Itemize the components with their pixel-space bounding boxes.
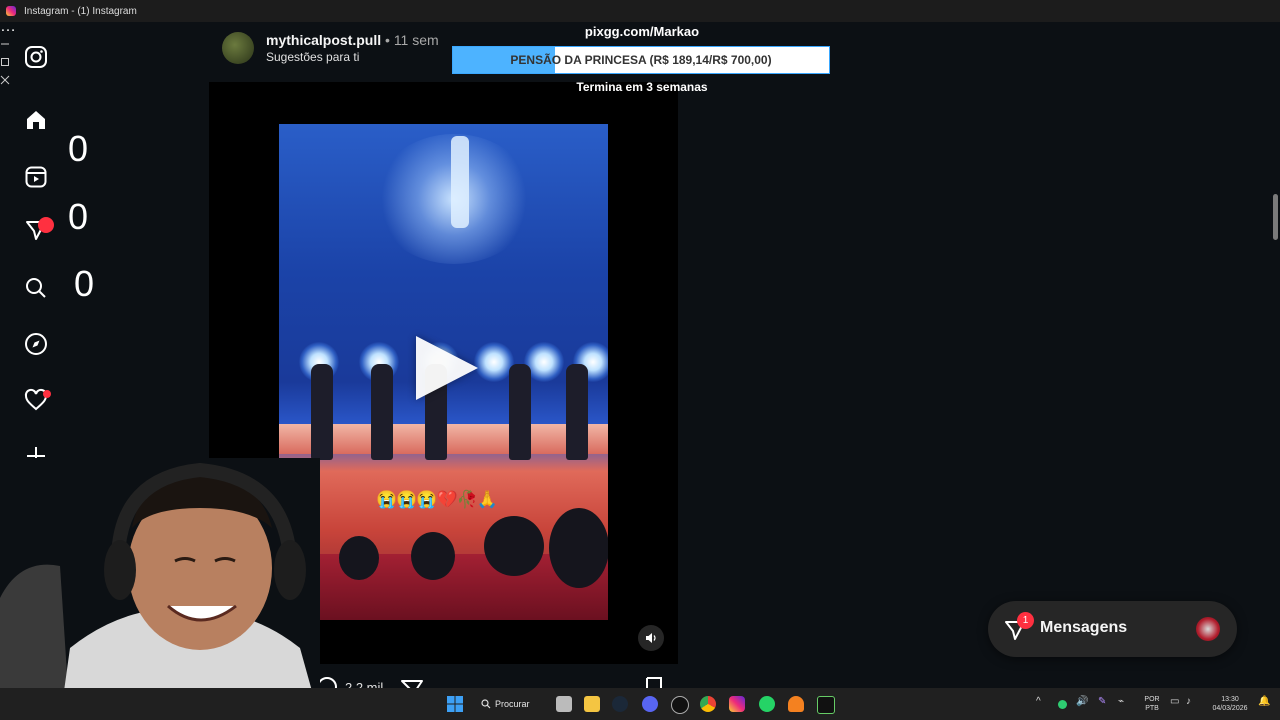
instagram-taskbar-icon[interactable] [729, 696, 745, 712]
stage-person [311, 364, 333, 460]
taskbar-search-label: Procurar [495, 699, 530, 709]
donation-goal-bar: PENSÃO DA PRINCESA (R$ 189,14/R$ 700,00) [452, 46, 830, 74]
post-separator: • [385, 32, 390, 48]
post-time[interactable]: 11 sem [394, 32, 439, 48]
whatsapp-icon[interactable] [759, 696, 775, 712]
discord-icon[interactable] [642, 696, 658, 712]
instagram-app-icon [6, 6, 16, 16]
stage-person [566, 364, 588, 460]
video-caption-emojis: 😭😭😭💔🥀🙏 [376, 490, 498, 509]
tray-display-icon[interactable]: ▭ [1170, 696, 1186, 712]
window-title: Instagram - (1) Instagram [24, 5, 137, 17]
volume-icon[interactable] [638, 625, 664, 651]
audience-head [411, 532, 455, 580]
post-author-username[interactable]: mythicalpost.pull [266, 32, 381, 48]
page-scrollbar[interactable] [1272, 22, 1280, 688]
counter-3: 0 [74, 263, 95, 304]
notifications-dot [43, 390, 51, 398]
tray-language-line1: POR [1144, 696, 1160, 703]
obs-icon[interactable] [671, 696, 689, 714]
windows-start-icon[interactable] [447, 696, 463, 712]
tray-volume-icon[interactable]: 🔊 [1076, 696, 1092, 712]
file-explorer-icon[interactable] [584, 696, 600, 712]
explore-icon[interactable] [23, 331, 49, 357]
counter-1: 0 [68, 128, 89, 169]
chrome-icon[interactable] [700, 696, 716, 712]
stage-flower-core [451, 136, 469, 228]
stage-person [509, 364, 531, 460]
steam-icon[interactable] [612, 696, 628, 712]
messages-contact-avatar[interactable] [1196, 617, 1220, 641]
donation-site-label: pixgg.com/Markao [584, 24, 700, 39]
tray-language-line2: PTB [1145, 705, 1159, 712]
audience-head [339, 536, 379, 580]
tray-network-icon[interactable]: ⌁ [1118, 696, 1134, 712]
task-view-icon[interactable] [556, 696, 572, 712]
post-author-avatar[interactable] [222, 32, 254, 64]
search-icon[interactable] [23, 275, 49, 301]
tray-date: 04/03/2026 [1212, 705, 1248, 712]
play-button-icon[interactable] [416, 336, 478, 400]
streamer-webcam [0, 458, 320, 720]
messages-badge: 1 [1017, 612, 1034, 629]
tray-pen-icon[interactable]: ✎ [1098, 696, 1114, 712]
window-titlebar: Instagram - (1) Instagram [0, 0, 1280, 22]
messages-notification-dot [38, 217, 54, 233]
scrollbar-thumb[interactable] [1273, 194, 1278, 240]
tray-chevron-icon[interactable]: ^ [1036, 696, 1052, 712]
messages-label: Mensagens [1040, 619, 1128, 636]
post-author-line: mythicalpost.pull • 11 sem [266, 32, 439, 48]
counter-2: 0 [68, 196, 89, 237]
instagram-logo-icon[interactable] [23, 44, 49, 70]
tray-clock[interactable]: 13:30 04/03/2026 [1204, 695, 1256, 713]
stage-emblem [474, 342, 514, 382]
notification-bell-icon[interactable]: 🔔 [1258, 696, 1274, 712]
audience-head [549, 508, 608, 588]
donation-goal-text: PENSÃO DA PRINCESA (R$ 189,14/R$ 700,00) [510, 53, 772, 67]
post-subtitle: Sugestões para ti [266, 50, 360, 64]
stage-person [371, 364, 393, 460]
reels-icon[interactable] [23, 164, 49, 190]
tray-time: 13:30 [1221, 696, 1239, 703]
tray-language[interactable]: POR PTB [1140, 695, 1164, 713]
cloudflare-icon[interactable] [788, 696, 804, 712]
home-icon[interactable] [23, 107, 49, 133]
tray-speaker-icon[interactable]: ♪ [1186, 696, 1202, 712]
tray-status-icon[interactable] [1058, 700, 1067, 709]
taskbar-search-icon [481, 699, 491, 709]
terminal-app-icon[interactable] [817, 696, 835, 714]
donation-goal-ends: Termina em 3 semanas [576, 80, 708, 94]
audience-head [484, 516, 544, 576]
taskbar-search[interactable]: Procurar [481, 694, 541, 714]
